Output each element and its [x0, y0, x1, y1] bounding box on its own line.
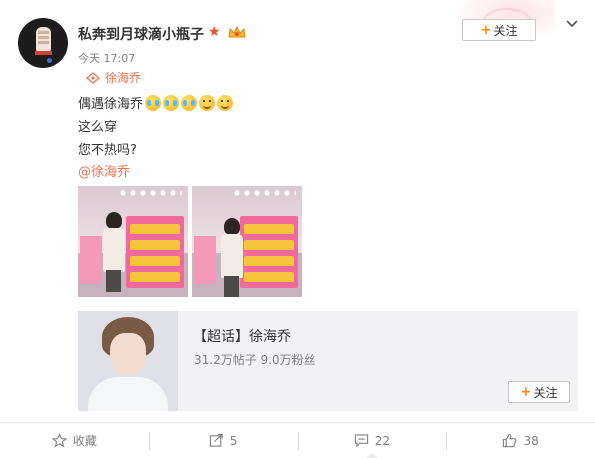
location-tag[interactable]: 徐海乔	[86, 69, 141, 86]
cry-laugh-icon	[163, 95, 180, 111]
cry-laugh-icon	[145, 95, 162, 111]
like-count: 38	[523, 433, 539, 448]
follow-topic-label: 关注	[533, 385, 558, 400]
plus-icon: +	[520, 384, 532, 400]
cover-face	[110, 333, 146, 375]
favorite-button[interactable]: 收藏	[0, 423, 149, 458]
chevron-down-icon[interactable]	[565, 16, 579, 30]
photo-person	[218, 218, 244, 297]
post-photo-2[interactable]	[192, 186, 302, 297]
repost-icon	[209, 433, 223, 447]
repost-count: 5	[229, 433, 238, 448]
topic-stats: 31.2万帖子 9.0万粉丝	[194, 353, 316, 367]
cry-laugh-icon	[181, 95, 198, 111]
post-photo-1[interactable]	[78, 186, 188, 297]
photo-lights	[232, 188, 296, 198]
avatar-band	[35, 51, 52, 55]
mention-link[interactable]: @徐海乔	[78, 161, 130, 180]
comment-button[interactable]: 22	[297, 423, 447, 458]
photo-lights	[118, 188, 182, 198]
topic-cover-image[interactable]	[78, 311, 178, 411]
comment-count: 22	[374, 433, 391, 448]
topic-title[interactable]: 【超话】徐海乔	[193, 326, 291, 346]
post-text-line-2: 这么穿	[78, 120, 118, 135]
like-button[interactable]: 38	[446, 423, 595, 458]
vip-crown-icon[interactable]	[228, 25, 246, 39]
post-time[interactable]: 今天 17:07	[78, 50, 135, 66]
follow-button-label: 关注	[493, 23, 518, 38]
comment-icon	[354, 434, 368, 448]
photo-person	[100, 212, 126, 292]
avatar-dot	[47, 58, 52, 63]
post-text-content: 偶遇徐海乔	[78, 97, 144, 112]
action-bar: 收藏 5 22 38	[0, 423, 595, 458]
author-name[interactable]: 私奔到月球滴小瓶子	[78, 24, 204, 44]
cover-shirt	[88, 377, 168, 411]
smile-icon	[217, 95, 234, 111]
follow-button[interactable]: + 关注	[462, 19, 536, 41]
post-text-line-3: 您不热吗?	[78, 143, 137, 158]
favorite-label: 收藏	[72, 434, 97, 448]
avatar-fist-graphic	[36, 27, 51, 53]
post-text-line-1: 偶遇徐海乔	[78, 93, 234, 112]
repost-button[interactable]: 5	[148, 423, 298, 458]
star-badge-icon[interactable]: ★	[208, 24, 221, 40]
follow-topic-button[interactable]: + 关注	[508, 381, 570, 403]
star-outline-icon	[51, 433, 67, 448]
photo-shelf	[126, 216, 184, 288]
photo-shelf	[240, 216, 298, 288]
photo-pink-box	[194, 236, 216, 284]
thumbs-up-icon	[503, 433, 517, 448]
super-topic-card[interactable]: 【超话】徐海乔 31.2万帖子 9.0万粉丝 + 关注	[78, 311, 578, 411]
location-icon	[86, 71, 100, 84]
photo-pink-box	[80, 236, 102, 284]
smile-icon	[199, 95, 216, 111]
location-label: 徐海乔	[105, 71, 142, 85]
plus-icon: +	[480, 22, 492, 38]
avatar[interactable]	[18, 18, 68, 68]
